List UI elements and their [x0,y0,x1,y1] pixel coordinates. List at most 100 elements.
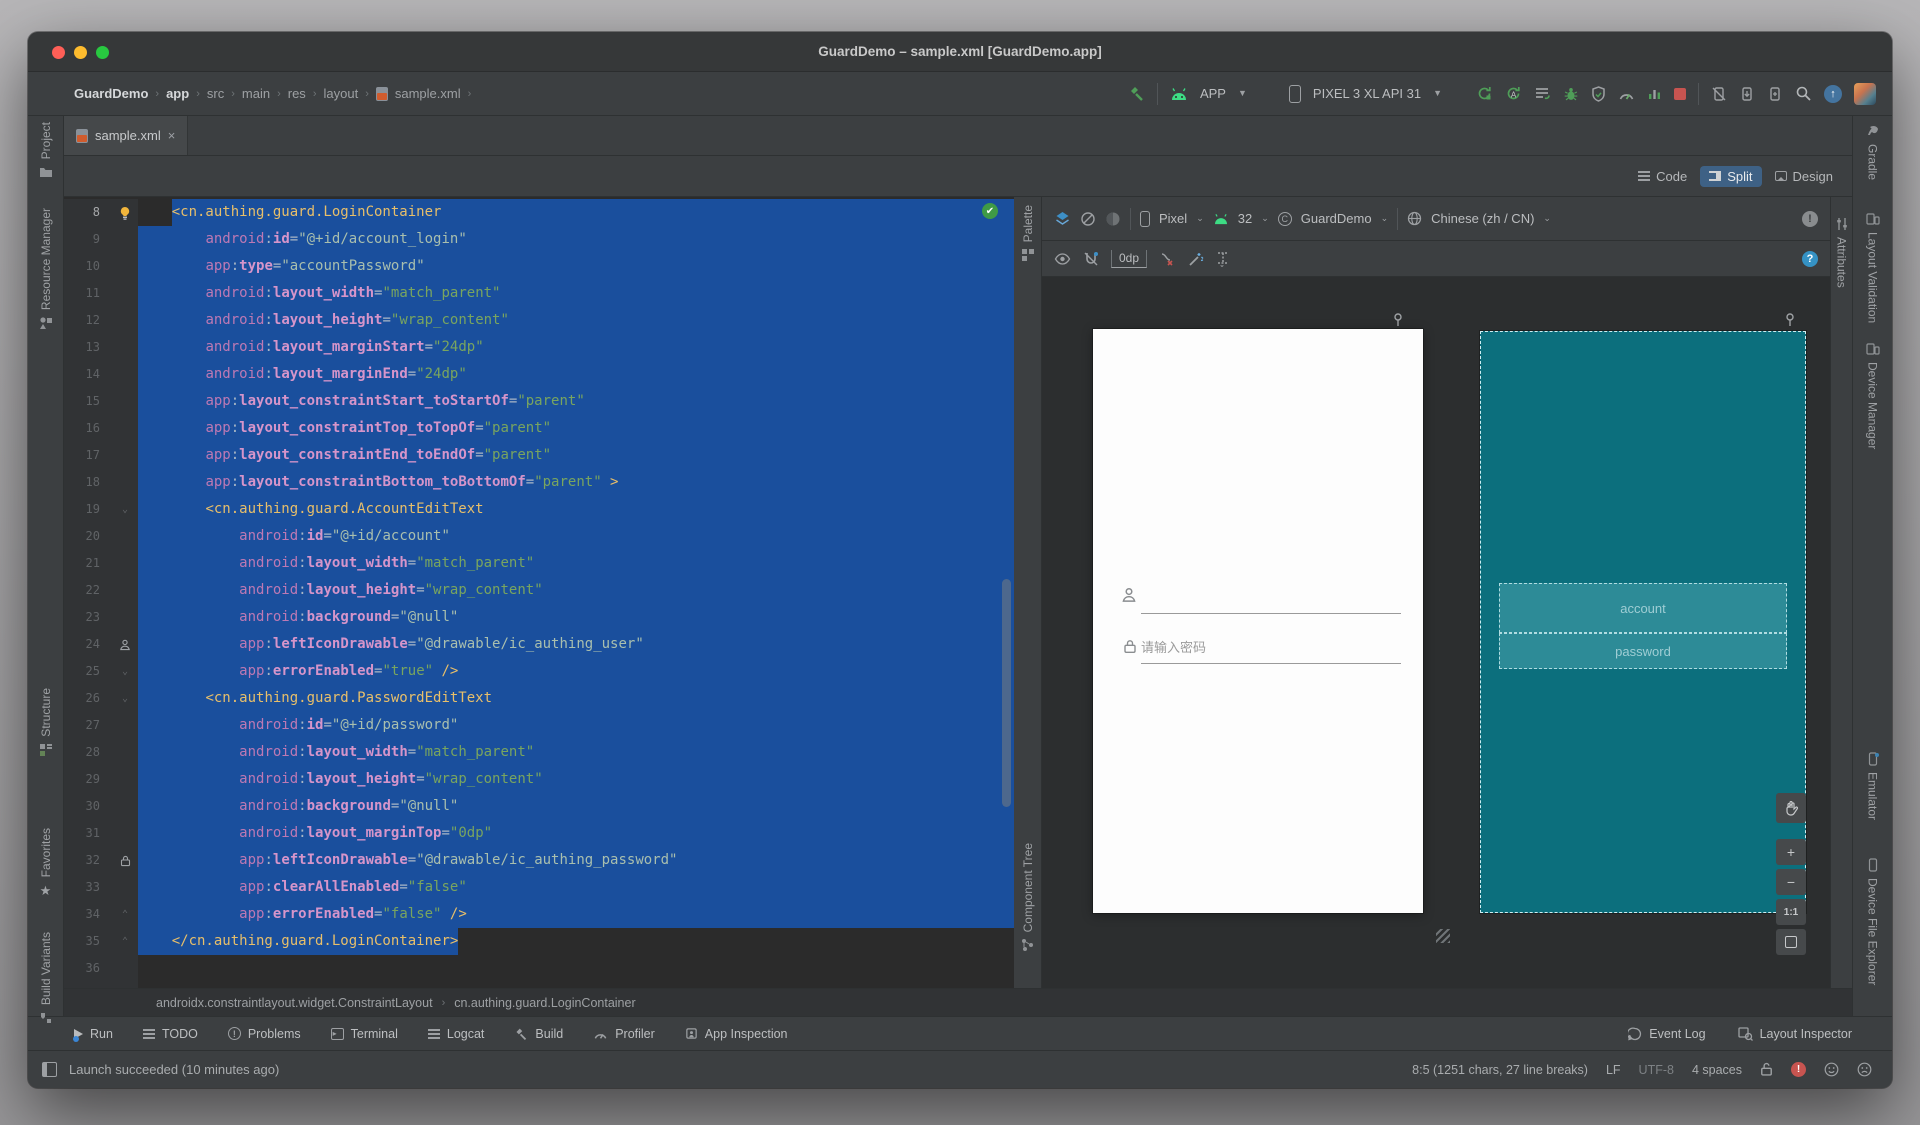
infer-constraints-wand-icon[interactable] [1188,251,1204,267]
theme-select[interactable]: GuardDemo [1301,211,1372,226]
gutter[interactable] [112,253,138,280]
api-level-select[interactable]: 32 [1238,211,1252,226]
gutter[interactable] [112,307,138,334]
mode-design[interactable]: Design [1766,166,1842,187]
night-mode-icon[interactable] [1105,211,1121,227]
code-line[interactable]: 33 app:clearAllEnabled="false" [64,874,1014,901]
gutter[interactable] [112,442,138,469]
code-line[interactable]: 11 android:layout_width="match_parent" [64,280,1014,307]
code-line[interactable]: 25 ⌄ app:errorEnabled="true" /> [64,658,1014,685]
blueprint-password-field[interactable]: password [1499,633,1787,669]
toolwindow-app-inspection[interactable]: App Inspection [685,1027,788,1041]
design-surface-icon[interactable] [1054,211,1071,227]
autoconnect-off-icon[interactable] [1083,251,1099,267]
zoom-in-button[interactable]: + [1776,839,1806,865]
breadcrumb-res[interactable]: res [288,86,306,101]
code-line[interactable]: 34 ⌃ app:errorEnabled="false" /> [64,901,1014,928]
device-mirroring-icon[interactable] [1739,86,1755,102]
happy-face-icon[interactable] [1824,1062,1839,1077]
toolwindow-terminal[interactable]: ▸ Terminal [330,1027,398,1041]
gutter[interactable] [112,334,138,361]
mode-split[interactable]: Split [1700,165,1762,187]
sidebar-item-favorites[interactable]: Favorites ★ [28,828,63,899]
code-line[interactable]: 24 app:leftIconDrawable="@drawable/ic_au… [64,631,1014,658]
gutter[interactable] [112,523,138,550]
help-icon[interactable]: ? [1802,250,1818,267]
account-input-underline[interactable] [1141,613,1401,614]
profile-app-icon[interactable] [1591,85,1606,102]
code-line[interactable]: 14 android:layout_marginEnd="24dp" [64,361,1014,388]
code-line[interactable]: 20 android:id="@+id/account" [64,523,1014,550]
password-input-underline[interactable] [1141,663,1401,664]
pack-align-icon[interactable] [1216,251,1230,267]
sidebar-item-device-manager[interactable]: Device Manager [1853,342,1892,449]
code-line[interactable]: 21 android:layout_width="match_parent" [64,550,1014,577]
build-hammer-icon[interactable] [1128,85,1145,102]
gutter[interactable]: ⌄ [112,685,138,712]
default-margin-select[interactable]: 0dp [1111,249,1148,268]
gutter[interactable] [112,874,138,901]
sidebar-item-resource-manager[interactable]: Resource Manager [28,208,63,330]
tab-sample-xml[interactable]: sample.xml × [64,116,189,155]
chevron-down-icon[interactable]: ⌄ [1261,214,1269,223]
sidebar-item-emulator[interactable]: Emulator [1853,752,1892,820]
pan-hand-button[interactable] [1776,793,1806,823]
breadcrumb-main[interactable]: main [242,86,270,101]
search-icon[interactable] [1795,85,1812,102]
sidebar-item-layout-validation[interactable]: Layout Validation [1853,212,1892,323]
apply-code-changes-icon[interactable]: A [1505,85,1522,102]
code-line[interactable]: 32 app:leftIconDrawable="@drawable/ic_au… [64,847,1014,874]
component-tree-tab[interactable]: Component Tree [1014,843,1041,952]
sidebar-item-device-file-explorer[interactable]: Device File Explorer [1853,858,1892,985]
code-line[interactable]: 22 android:layout_height="wrap_content" [64,577,1014,604]
gutter[interactable]: ⌃ [112,982,138,988]
design-preview-phone[interactable]: 请输入密码 [1093,329,1423,913]
code-editor[interactable]: 8 <cn.authing.guard.LoginContainer 9 andr… [64,197,1014,988]
code-line[interactable]: 37⌃</androidx.constraintlayout.widget.Co… [64,982,1014,988]
attributes-tab[interactable]: Attributes [1831,217,1852,288]
code-line[interactable]: 26 ⌄ <cn.authing.guard.PasswordEditText [64,685,1014,712]
sidebar-item-project[interactable]: Project [28,122,63,179]
zoom-out-button[interactable]: − [1776,869,1806,895]
toolwindow-profiler[interactable]: Profiler [593,1027,655,1041]
code-line[interactable]: 19 ⌄ <cn.authing.guard.AccountEditText [64,496,1014,523]
code-line[interactable]: 10 app:type="accountPassword" [64,253,1014,280]
code-line[interactable]: 27 android:id="@+id/password" [64,712,1014,739]
profiler-gauge-icon[interactable] [1618,87,1635,101]
gutter[interactable]: ⌃ [112,928,138,955]
gutter[interactable] [112,226,138,253]
minimize-window-button[interactable] [74,46,87,59]
toolwindow-run[interactable]: Run [73,1027,113,1042]
render-issues-icon[interactable]: ! [1802,210,1818,227]
sidebar-item-gradle[interactable]: Gradle [1853,124,1892,180]
breadcrumb-project[interactable]: GuardDemo [74,86,148,101]
updates-icon[interactable]: ↑ [1824,84,1842,103]
code-line[interactable]: 18 app:layout_constraintBottom_toBottomO… [64,469,1014,496]
chevron-down-icon[interactable]: ⌄ [1543,214,1551,223]
canvas-resize-handle[interactable] [1436,929,1450,943]
file-encoding[interactable]: UTF-8 [1639,1063,1674,1077]
clear-constraints-icon[interactable] [1159,251,1176,267]
chevron-down-icon[interactable]: ⌄ [1381,214,1389,223]
toolwindow-layout-inspector[interactable]: Layout Inspector [1737,1027,1852,1041]
gutter[interactable] [112,793,138,820]
code-line[interactable]: 16 app:layout_constraintTop_toTopOf="par… [64,415,1014,442]
code-line[interactable]: 17 app:layout_constraintEnd_toEndOf="par… [64,442,1014,469]
sidebar-item-build-variants[interactable]: Build Variants [28,932,63,1025]
code-line[interactable]: 15 app:layout_constraintStart_toStartOf=… [64,388,1014,415]
code-line[interactable]: 13 android:layout_marginStart="24dp" [64,334,1014,361]
gutter[interactable] [112,766,138,793]
code-line[interactable]: 31 android:layout_marginTop="0dp" [64,820,1014,847]
orientation-icon[interactable] [1080,211,1096,227]
editor-scrollbar[interactable] [1002,579,1011,807]
gutter[interactable] [112,361,138,388]
device-select[interactable]: PIXEL 3 XL API 31 [1313,86,1421,101]
breadcrumb-file[interactable]: sample.xml [395,86,461,101]
troubleshoot-device-icon[interactable] [1711,86,1727,102]
code-line[interactable]: 36 [64,955,1014,982]
breadcrumb-module[interactable]: app [166,86,189,101]
gutter[interactable]: ⌄ [112,496,138,523]
stop-icon[interactable] [1674,87,1686,100]
chevron-down-icon[interactable]: ▼ [1238,89,1247,98]
gutter[interactable] [112,712,138,739]
